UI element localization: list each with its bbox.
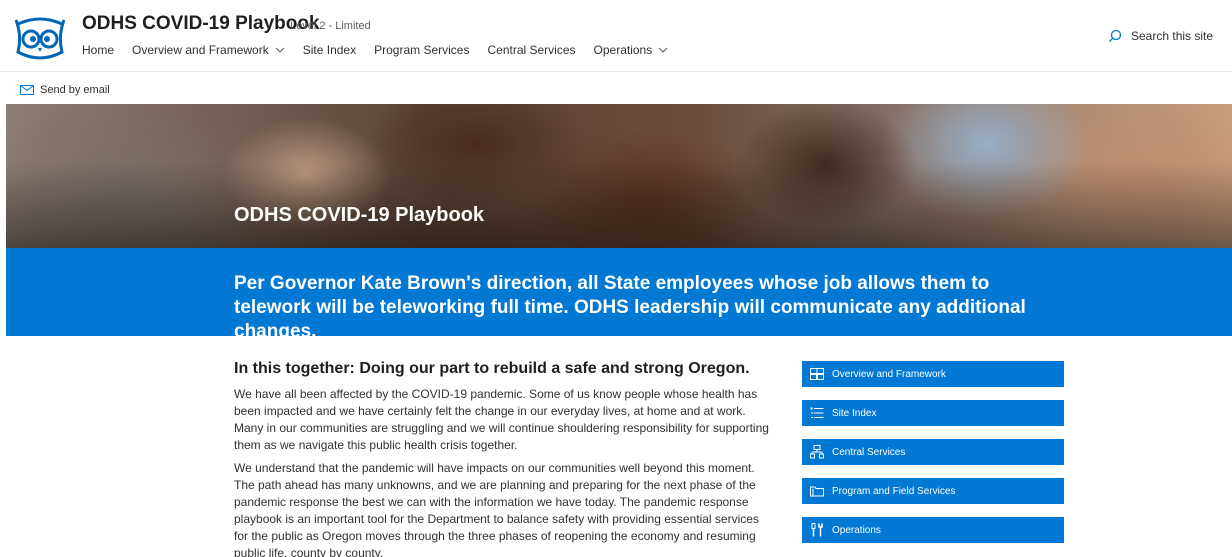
send-by-email-label: Send by email — [40, 84, 110, 96]
search-input[interactable] — [1131, 29, 1231, 43]
article-paragraph: We understand that the pandemic will hav… — [234, 461, 759, 557]
chevron-down-icon — [658, 47, 668, 53]
article-paragraph: We have all been affected by the COVID-1… — [234, 387, 769, 452]
nav-item-label: Central Services — [487, 43, 576, 57]
owl-logo-icon[interactable] — [12, 12, 68, 62]
quick-link-program-and-field-services[interactable]: Program and Field Services — [802, 478, 1064, 504]
nav-item-operations[interactable]: Operations — [594, 43, 669, 57]
quick-link-operations[interactable]: Operations — [802, 517, 1064, 543]
send-by-email-button[interactable]: Send by email — [20, 84, 110, 96]
nav-item-label: Home — [82, 43, 115, 57]
command-bar: Send by email — [0, 72, 1232, 104]
quick-link-label: Overview and Framework — [832, 368, 946, 380]
nav-item-label: Site Index — [302, 43, 357, 57]
mail-icon — [20, 85, 34, 95]
article-heading: In this together: Doing our part to rebu… — [234, 360, 750, 377]
quick-links: Overview and Framework Site Index Centra… — [802, 361, 1064, 556]
search-box[interactable] — [1108, 26, 1232, 46]
layout-icon — [810, 368, 824, 380]
quick-link-label: Operations — [832, 524, 881, 536]
search-icon[interactable] — [1108, 29, 1122, 43]
hero-image: ODHS COVID-19 Playbook — [6, 104, 1232, 248]
nav-item-label: Program Services — [374, 43, 470, 57]
article-section: In this together: Doing our part to rebu… — [234, 360, 774, 557]
list-icon — [810, 407, 824, 418]
quick-link-label: Site Index — [832, 407, 877, 419]
quick-link-overview-and-framework[interactable]: Overview and Framework — [802, 361, 1064, 387]
classification-label: Level 2 - Limited — [290, 20, 371, 32]
tools-icon — [811, 523, 823, 537]
announcement-text: Per Governor Kate Brown's direction, all… — [234, 273, 1026, 342]
hero-title: ODHS COVID-19 Playbook — [234, 204, 485, 226]
site-title[interactable]: ODHS COVID-19 Playbook — [82, 13, 320, 35]
nav-item-central-services[interactable]: Central Services — [487, 43, 575, 57]
chevron-down-icon — [275, 47, 285, 53]
site-header: ODHS COVID-19 Playbook Level 2 - Limited… — [0, 0, 1232, 72]
nav-item-label: Operations — [593, 43, 653, 57]
nav-item-site-index[interactable]: Site Index — [303, 43, 356, 57]
quick-link-site-index[interactable]: Site Index — [802, 400, 1064, 426]
quick-link-central-services[interactable]: Central Services — [802, 439, 1064, 465]
nav-item-label: Overview and Framework — [132, 43, 269, 57]
org-chart-icon — [810, 445, 824, 459]
hero-overlay — [6, 104, 1232, 248]
announcement-banner: Per Governor Kate Brown's direction, all… — [6, 248, 1232, 342]
quick-link-label: Program and Field Services — [832, 485, 956, 497]
nav-item-program-services[interactable]: Program Services — [374, 43, 469, 57]
nav-item-overview-and-framework[interactable]: Overview and Framework — [132, 43, 285, 57]
top-navigation: Home Overview and Framework Site Index P… — [82, 43, 668, 57]
folder-icon — [810, 486, 824, 497]
quick-link-label: Central Services — [832, 446, 906, 458]
nav-item-home[interactable]: Home — [82, 43, 114, 57]
